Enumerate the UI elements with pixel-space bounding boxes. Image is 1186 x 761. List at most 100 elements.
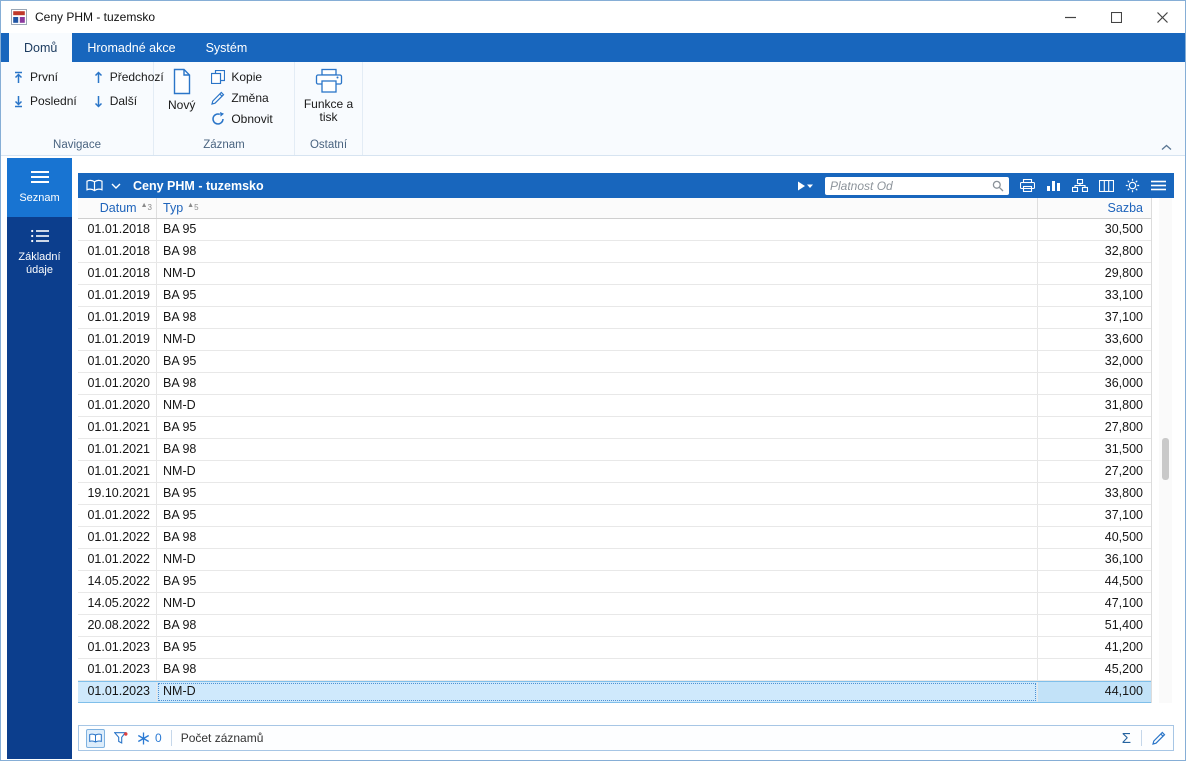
- sum-button[interactable]: Σ: [1122, 731, 1131, 746]
- cell-typ[interactable]: BA 95: [157, 219, 1037, 240]
- cell-datum[interactable]: 01.01.2020: [78, 395, 157, 416]
- cell-sazba[interactable]: 36,100: [1037, 549, 1151, 570]
- column-header-datum[interactable]: Datum ▲ 3: [78, 198, 157, 218]
- table-row[interactable]: 19.10.2021 BA 95 33,800: [78, 483, 1151, 505]
- statusbar-columns-button[interactable]: [86, 728, 105, 748]
- column-header-typ[interactable]: Typ ▲ 5: [157, 198, 1037, 218]
- cell-datum[interactable]: 01.01.2019: [78, 329, 157, 350]
- cell-datum[interactable]: 01.01.2020: [78, 373, 157, 394]
- cell-sazba[interactable]: 37,100: [1037, 307, 1151, 328]
- table-row[interactable]: 14.05.2022 NM-D 47,100: [78, 593, 1151, 615]
- cell-typ[interactable]: NM-D: [157, 593, 1037, 614]
- cell-sazba[interactable]: 33,800: [1037, 483, 1151, 504]
- cell-sazba[interactable]: 47,100: [1037, 593, 1151, 614]
- search-input[interactable]: [830, 178, 992, 193]
- table-row[interactable]: 01.01.2022 BA 98 40,500: [78, 527, 1151, 549]
- scrollbar-thumb[interactable]: [1162, 438, 1169, 480]
- cell-datum[interactable]: 01.01.2023: [78, 659, 157, 680]
- tab-system[interactable]: Systém: [191, 33, 263, 62]
- edit-pencil-icon[interactable]: [1152, 731, 1166, 745]
- cell-sazba[interactable]: 27,800: [1037, 417, 1151, 438]
- functions-print-button[interactable]: Funkce a tisk: [301, 68, 356, 139]
- cell-typ[interactable]: BA 98: [157, 373, 1037, 394]
- tab-domu[interactable]: Domů: [9, 33, 73, 62]
- table-row[interactable]: 01.01.2020 BA 98 36,000: [78, 373, 1151, 395]
- cell-sazba[interactable]: 41,200: [1037, 637, 1151, 658]
- table-row[interactable]: 01.01.2022 BA 95 37,100: [78, 505, 1151, 527]
- cell-typ[interactable]: NM-D: [157, 395, 1037, 416]
- cell-datum[interactable]: 01.01.2021: [78, 461, 157, 482]
- chevron-down-icon[interactable]: [111, 183, 121, 189]
- first-button[interactable]: První: [13, 70, 77, 84]
- menu-icon[interactable]: [1151, 180, 1166, 191]
- table-row[interactable]: 01.01.2020 BA 95 32,000: [78, 351, 1151, 373]
- structure-icon[interactable]: [1072, 179, 1088, 192]
- tab-hromadne-akce[interactable]: Hromadné akce: [72, 33, 190, 62]
- cell-typ[interactable]: BA 95: [157, 571, 1037, 592]
- table-row[interactable]: 01.01.2023 BA 95 41,200: [78, 637, 1151, 659]
- cell-typ[interactable]: NM-D: [157, 461, 1037, 482]
- cell-typ[interactable]: BA 95: [157, 483, 1037, 504]
- cell-datum[interactable]: 01.01.2022: [78, 505, 157, 526]
- sidebar-item-zakladni-udaje[interactable]: Základní údaje: [7, 217, 72, 289]
- cell-typ[interactable]: BA 95: [157, 505, 1037, 526]
- last-button[interactable]: Poslední: [13, 94, 77, 108]
- table-row[interactable]: 01.01.2023 NM-D 44,100: [78, 681, 1151, 703]
- cell-typ[interactable]: BA 98: [157, 527, 1037, 548]
- cell-typ[interactable]: BA 98: [157, 241, 1037, 262]
- cell-sazba[interactable]: 32,800: [1037, 241, 1151, 262]
- table-row[interactable]: 01.01.2019 NM-D 33,600: [78, 329, 1151, 351]
- close-button[interactable]: [1139, 1, 1185, 33]
- table-row[interactable]: 01.01.2018 BA 95 30,500: [78, 219, 1151, 241]
- cell-sazba[interactable]: 33,100: [1037, 285, 1151, 306]
- cell-sazba[interactable]: 37,100: [1037, 505, 1151, 526]
- cell-datum[interactable]: 19.10.2021: [78, 483, 157, 504]
- ribbon-collapse-chevron-icon[interactable]: [1161, 144, 1172, 151]
- refresh-button[interactable]: Obnovit: [211, 112, 273, 126]
- chart-icon[interactable]: [1046, 179, 1061, 192]
- cell-datum[interactable]: 01.01.2021: [78, 439, 157, 460]
- cell-sazba[interactable]: 32,000: [1037, 351, 1151, 372]
- table-row[interactable]: 01.01.2023 BA 98 45,200: [78, 659, 1151, 681]
- print-icon[interactable]: [1020, 179, 1035, 192]
- new-button[interactable]: Nový: [168, 68, 195, 139]
- cell-typ[interactable]: NM-D: [157, 263, 1037, 284]
- cell-datum[interactable]: 01.01.2019: [78, 285, 157, 306]
- cell-typ[interactable]: BA 98: [157, 659, 1037, 680]
- cell-typ[interactable]: NM-D: [157, 682, 1037, 702]
- cell-sazba[interactable]: 33,600: [1037, 329, 1151, 350]
- sidebar-item-seznam[interactable]: Seznam: [7, 158, 72, 217]
- table-row[interactable]: 01.01.2021 NM-D 27,200: [78, 461, 1151, 483]
- cell-datum[interactable]: 01.01.2023: [78, 682, 157, 702]
- table-row[interactable]: 01.01.2018 NM-D 29,800: [78, 263, 1151, 285]
- table-row[interactable]: 01.01.2021 BA 98 31,500: [78, 439, 1151, 461]
- cell-sazba[interactable]: 44,100: [1037, 682, 1151, 702]
- change-button[interactable]: Změna: [211, 91, 272, 105]
- cell-sazba[interactable]: 44,500: [1037, 571, 1151, 592]
- cell-datum[interactable]: 14.05.2022: [78, 571, 157, 592]
- gear-icon[interactable]: [1125, 178, 1140, 193]
- column-header-sazba[interactable]: Sazba: [1037, 198, 1151, 218]
- cell-datum[interactable]: 01.01.2022: [78, 527, 157, 548]
- cell-sazba[interactable]: 31,800: [1037, 395, 1151, 416]
- cell-sazba[interactable]: 27,200: [1037, 461, 1151, 482]
- book-open-icon[interactable]: [86, 179, 103, 192]
- cell-datum[interactable]: 01.01.2018: [78, 241, 157, 262]
- cell-typ[interactable]: NM-D: [157, 329, 1037, 350]
- cell-typ[interactable]: BA 95: [157, 637, 1037, 658]
- cell-sazba[interactable]: 40,500: [1037, 527, 1151, 548]
- cell-typ[interactable]: NM-D: [157, 549, 1037, 570]
- snowflake-icon[interactable]: [137, 732, 150, 745]
- cell-datum[interactable]: 01.01.2019: [78, 307, 157, 328]
- filter-icon[interactable]: [114, 732, 128, 744]
- table-row[interactable]: 01.01.2021 BA 95 27,800: [78, 417, 1151, 439]
- cell-datum[interactable]: 20.08.2022: [78, 615, 157, 636]
- table-row[interactable]: 01.01.2018 BA 98 32,800: [78, 241, 1151, 263]
- vertical-scrollbar[interactable]: [1159, 198, 1172, 703]
- table-row[interactable]: 01.01.2019 BA 95 33,100: [78, 285, 1151, 307]
- table-row[interactable]: 20.08.2022 BA 98 51,400: [78, 615, 1151, 637]
- cell-typ[interactable]: BA 95: [157, 285, 1037, 306]
- cell-typ[interactable]: BA 98: [157, 439, 1037, 460]
- cell-datum[interactable]: 01.01.2021: [78, 417, 157, 438]
- table-row[interactable]: 01.01.2019 BA 98 37,100: [78, 307, 1151, 329]
